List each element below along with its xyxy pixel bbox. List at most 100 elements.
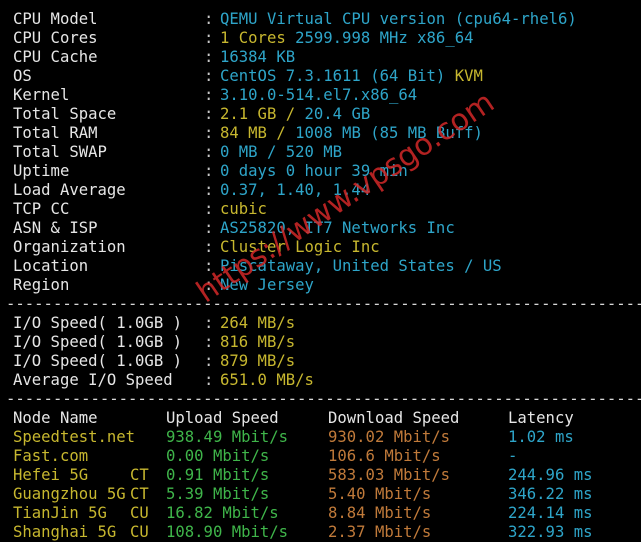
download-speed: 106.6 Mbit/s — [328, 447, 441, 465]
colon: : — [204, 333, 214, 351]
speedtest-row: Shanghai 5G CU 108.90 Mbit/s 2.37 Mbit/s 322… — [13, 523, 641, 542]
io-label: I/O Speed( 1.0GB ) — [13, 314, 182, 332]
sysinfo-value: New Jersey — [220, 276, 314, 295]
sysinfo-value: 0.37, 1.40, 1.44 — [220, 181, 370, 200]
value-part: 0.37, 1.40, 1.44 — [220, 181, 371, 199]
colon: : — [204, 10, 214, 28]
latency: 224.14 ms — [508, 504, 593, 522]
isp-tag: CU — [130, 523, 149, 541]
separator-line: ----------------------------------------… — [6, 390, 641, 409]
latency: 244.96 ms — [508, 466, 593, 484]
sysinfo-row: OS: CentOS 7.3.1611 (64 Bit) KVM — [13, 67, 641, 86]
value-part: 1008 MB — [295, 124, 371, 142]
sysinfo-label: Load Average — [13, 181, 126, 199]
latency: 346.22 ms — [508, 485, 593, 503]
value-part: 1 Cores — [220, 29, 296, 47]
sysinfo-row: Location: Piscataway, United States / US — [13, 257, 641, 276]
upload-speed: 108.90 Mbit/s — [166, 523, 289, 541]
sysinfo-label: Total RAM — [13, 124, 98, 142]
upload-speed: 5.39 Mbit/s — [166, 485, 270, 503]
sysinfo-value: cubic — [220, 200, 267, 219]
isp-tag: CU — [130, 504, 149, 522]
speedtest-row: Hefei 5G CT 0.91 Mbit/s 583.03 Mbit/s 244.96… — [13, 466, 641, 485]
separator: ----------------------------------------… — [6, 390, 641, 408]
sysinfo-value: Cluster Logic Inc — [220, 238, 380, 257]
value-part: 84 MB / — [220, 124, 296, 142]
colon: : — [204, 352, 214, 370]
sysinfo-row: Total SWAP:0 MB / 520 MB — [13, 143, 641, 162]
io-label: I/O Speed( 1.0GB ) — [13, 333, 182, 351]
sysinfo-row: Organization: Cluster Logic Inc — [13, 238, 641, 257]
colon: : — [204, 48, 214, 66]
value-part: 0 days 0 hour 39 min — [220, 162, 408, 180]
sysinfo-value: 0 MB / 520 MB — [220, 143, 342, 162]
latency: 1.02 ms — [508, 428, 574, 446]
io-value: 264 MB/s — [220, 314, 296, 332]
io-row: I/O Speed( 1.0GB ):879 MB/s — [13, 352, 641, 371]
io-row: Average I/O Speed:651.0 MB/s — [13, 371, 641, 390]
colon: : — [204, 371, 214, 389]
value-part: New Jersey — [220, 276, 314, 294]
sysinfo-label: CPU Model — [13, 10, 98, 28]
colon: : — [204, 29, 214, 47]
colon: : — [204, 86, 214, 104]
download-speed: 930.02 Mbit/s — [328, 428, 451, 446]
colon: : — [204, 257, 214, 275]
value-part: Cluster Logic Inc — [220, 238, 380, 256]
sysinfo-value: AS25820, IT7 Networks Inc — [220, 219, 455, 238]
sysinfo-value: 84 MB / 1008 MB (85 MB Buff) — [220, 124, 483, 143]
value-part: 16384 KB — [220, 48, 296, 66]
speedtest-header: Node Name Upload Speed Download Speed Laten… — [13, 409, 641, 428]
sysinfo-label: Total SWAP — [13, 143, 107, 161]
node-name: Guangzhou 5G — [13, 485, 126, 503]
colon: : — [204, 162, 214, 180]
value-part: AS25820, IT7 Networks Inc — [220, 219, 455, 237]
sysinfo-label: Kernel — [13, 86, 70, 104]
terminal-output: CPU Model: QEMU Virtual CPU version (cpu6… — [6, 10, 641, 542]
sysinfo-row: ASN & ISP: AS25820, IT7 Networks Inc — [13, 219, 641, 238]
separator-line: ----------------------------------------… — [6, 295, 641, 314]
sysinfo-row: Load Average:0.37, 1.40, 1.44 — [13, 181, 641, 200]
sysinfo-value: 3.10.0-514.el7.x86_64 — [220, 86, 417, 105]
sysinfo-label: OS — [13, 67, 32, 85]
sysinfo-label: CPU Cores — [13, 29, 98, 47]
colon: : — [204, 124, 214, 142]
node-name: TianJin 5G — [13, 504, 107, 522]
sysinfo-label: Total Space — [13, 105, 117, 123]
sysinfo-row: CPU Cache:16384 KB — [13, 48, 641, 67]
io-value: 816 MB/s — [220, 333, 296, 351]
node-name: Hefei 5G — [13, 466, 89, 484]
value-part: 2599.998 MHz x86_64 — [295, 29, 474, 47]
sysinfo-row: Region: New Jersey — [13, 276, 641, 295]
separator: ----------------------------------------… — [6, 295, 641, 313]
node-name: Fast.com — [13, 447, 89, 465]
sysinfo-value: CentOS 7.3.1611 (64 Bit) KVM — [220, 67, 483, 86]
sysinfo-label: Location — [13, 257, 89, 275]
speedtest-row: Fast.com 0.00 Mbit/s 106.6 Mbit/s - — [13, 447, 641, 466]
node-name: Speedtest.net — [13, 428, 136, 446]
sysinfo-row: Total Space:2.1 GB / 20.4 GB — [13, 105, 641, 124]
sysinfo-row: CPU Model: QEMU Virtual CPU version (cpu6… — [13, 10, 641, 29]
sysinfo-row: Uptime:0 days 0 hour 39 min — [13, 162, 641, 181]
download-speed: 2.37 Mbit/s — [328, 523, 432, 541]
download-speed: 583.03 Mbit/s — [328, 466, 451, 484]
upload-speed: 938.49 Mbit/s — [166, 428, 289, 446]
value-part: 3.10.0-514.el7.x86_64 — [220, 86, 418, 104]
value-part: 520 MB — [285, 143, 343, 161]
header-latency: Latency — [508, 409, 574, 427]
value-part: KVM — [454, 67, 483, 85]
latency: 322.93 ms — [508, 523, 593, 541]
latency: - — [508, 447, 518, 465]
colon: : — [204, 276, 214, 294]
io-row: I/O Speed( 1.0GB ):264 MB/s — [13, 314, 641, 333]
speedtest-row: TianJin 5G CU 16.82 Mbit/s 8.84 Mbit/s 224.1… — [13, 504, 641, 523]
sysinfo-label: CPU Cache — [13, 48, 98, 66]
download-speed: 5.40 Mbit/s — [328, 485, 432, 503]
colon: : — [204, 238, 214, 256]
colon: : — [204, 143, 214, 161]
io-value: 879 MB/s — [220, 352, 296, 370]
colon: : — [204, 67, 214, 85]
value-part: CentOS 7.3.1611 (64 Bit) — [220, 67, 455, 85]
node-name: Shanghai 5G — [13, 523, 117, 541]
upload-speed: 16.82 Mbit/s — [166, 504, 279, 522]
